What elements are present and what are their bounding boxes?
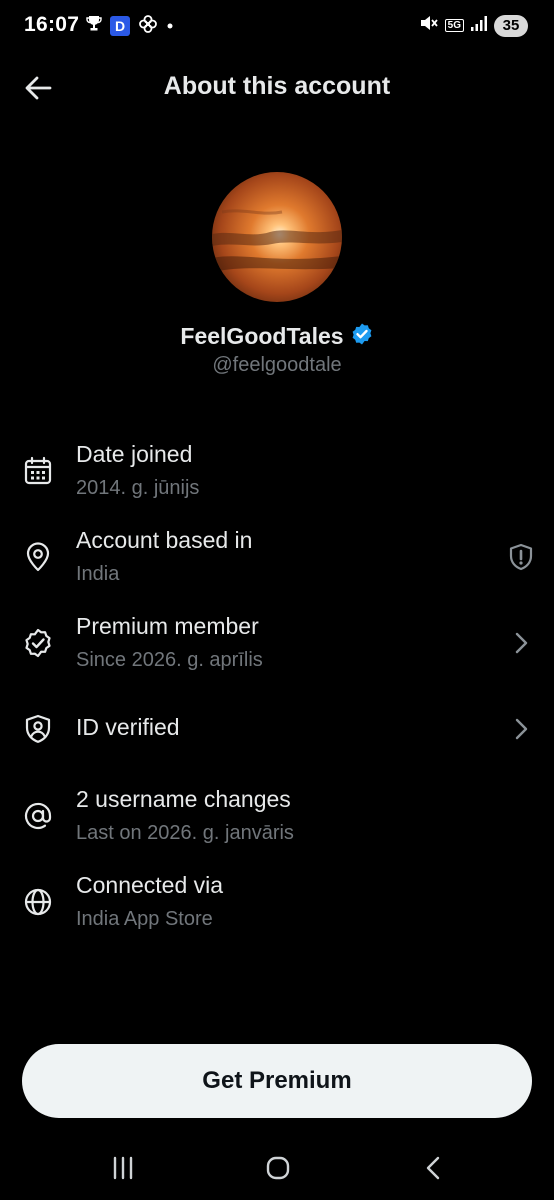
home-icon xyxy=(266,1156,290,1180)
row-title: 2 username changes xyxy=(76,786,291,812)
at-sign-icon xyxy=(24,802,52,830)
info-row-account-based-in: Account based in India xyxy=(0,526,554,596)
network-type-label: 5G xyxy=(444,19,464,32)
chevron-right-icon xyxy=(515,718,528,740)
row-subtitle: India App Store xyxy=(76,908,213,930)
calendar-icon xyxy=(24,456,52,485)
row-title: Account based in xyxy=(76,527,253,553)
page-title: About this account xyxy=(163,72,391,100)
status-system-icons: 5G 35 xyxy=(419,13,528,38)
row-subtitle: India xyxy=(76,563,120,585)
mute-icon xyxy=(419,13,439,38)
status-time: 16:07 xyxy=(24,13,80,36)
verified-badge-icon xyxy=(350,322,374,351)
info-row-premium-member[interactable]: Premium member Since 2026. g. aprīlis xyxy=(0,612,554,682)
username: @feelgoodtale xyxy=(212,354,342,376)
row-subtitle: Since 2026. g. aprīlis xyxy=(76,649,263,671)
row-title: Premium member xyxy=(76,613,259,639)
id-shield-icon xyxy=(25,714,51,743)
avatar[interactable] xyxy=(212,172,342,302)
info-row-username-changes: 2 username changes Last on 2026. g. janv… xyxy=(0,785,554,855)
header: About this account xyxy=(0,60,554,116)
globe-icon xyxy=(24,888,52,916)
row-title: Connected via xyxy=(76,872,224,898)
info-row-date-joined: Date joined 2014. g. jūnijs xyxy=(0,440,554,510)
trophy-icon xyxy=(86,15,102,38)
verified-badge-outline-icon xyxy=(25,628,51,658)
battery-indicator: 35 xyxy=(494,14,528,37)
sunset-avatar-image xyxy=(212,172,342,302)
row-subtitle: Last on 2026. g. janvāris xyxy=(76,822,294,844)
shield-alert-icon[interactable] xyxy=(506,542,536,572)
row-title: Date joined xyxy=(76,441,193,467)
system-back-button[interactable] xyxy=(414,1152,454,1184)
status-bar: 16:07 D 5G 35 xyxy=(0,0,554,52)
system-nav-bar xyxy=(0,1140,554,1200)
system-back-icon xyxy=(426,1156,440,1180)
recent-apps-button[interactable] xyxy=(103,1152,143,1184)
notification-dot-icon xyxy=(166,17,174,35)
info-row-id-verified[interactable]: ID verified xyxy=(0,698,554,760)
chevron-right-icon xyxy=(515,632,528,654)
row-subtitle: 2014. g. jūnijs xyxy=(76,477,200,499)
recent-apps-icon xyxy=(113,1156,133,1180)
pinwheel-icon xyxy=(138,14,158,39)
row-title: ID verified xyxy=(76,714,180,740)
status-notification-icons: D xyxy=(86,14,174,38)
signal-icon xyxy=(470,14,488,37)
display-name-row: FeelGoodTales xyxy=(0,322,554,351)
d-app-icon: D xyxy=(110,16,130,36)
home-button[interactable] xyxy=(258,1152,298,1184)
display-name: FeelGoodTales xyxy=(180,323,344,349)
get-premium-button[interactable]: Get Premium xyxy=(22,1044,532,1118)
info-row-connected-via: Connected via India App Store xyxy=(0,871,554,941)
location-pin-icon xyxy=(26,542,50,572)
